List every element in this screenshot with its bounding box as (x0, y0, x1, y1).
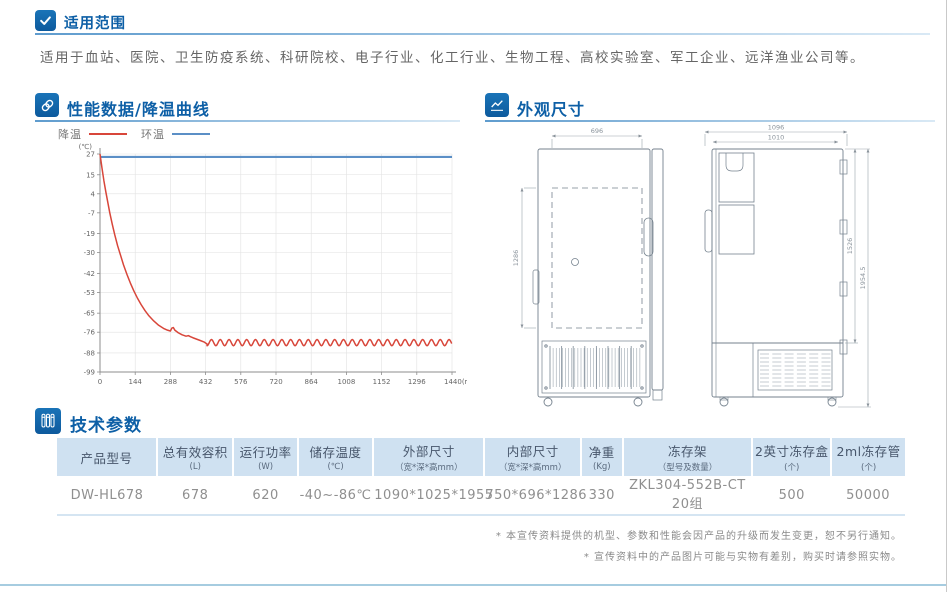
x-tick-label: 864 (305, 378, 319, 386)
x-tick-label: 1440(min) (444, 378, 467, 386)
table-header-cell: 总有效容积(L) (157, 438, 233, 476)
dim-front-inner-width: 1010 (768, 134, 785, 142)
test-tubes-icon (35, 408, 61, 434)
dim-front-outer-height: 1954.5 (859, 267, 867, 290)
x-tick-label: 576 (234, 378, 248, 386)
table-cell: ZKL304-552B-CT 20组 (623, 476, 753, 515)
table-cell: 500 (752, 476, 831, 515)
bottom-divider (0, 584, 947, 586)
side-view-dimensions (522, 136, 642, 328)
x-tick-label: 144 (129, 378, 143, 386)
table-cell: 50000 (831, 476, 905, 515)
y-tick-label: -42 (84, 270, 95, 278)
specs-section-title: 技术参数 (70, 411, 142, 436)
scope-underline (35, 33, 930, 35)
y-tick-label: -88 (84, 349, 95, 357)
table-header-cell: 净重(Kg) (581, 438, 623, 476)
freezer-side-view (533, 149, 663, 406)
table-cell: DW-HL678 (57, 476, 157, 515)
table-header-cell: 产品型号 (57, 438, 157, 476)
dim-front-outer-width: 1096 (768, 124, 785, 132)
link-icon (35, 93, 59, 117)
dimension-drawings: 696 1286 (500, 122, 940, 416)
table-header-cell: 内部尺寸（宽*深*高mm） (484, 438, 581, 476)
y-tick-label: -53 (84, 289, 95, 297)
y-tick-label: 4 (91, 190, 96, 198)
y-tick-label: -7 (88, 209, 95, 217)
product-spec-page: 适用范围 适用于血站、医院、卫生防疫系统、科研院校、电子行业、化工行业、生物工程… (0, 0, 947, 592)
disclaimer-note-1: * 本宣传资料提供的机型、参数和性能会因产品的升级而发生变更，恕不另行通知。 (496, 527, 902, 542)
x-tick-label: 1008 (337, 378, 355, 386)
table-cell: 750*696*1286 (484, 476, 581, 515)
scope-body-text: 适用于血站、医院、卫生防疫系统、科研院校、电子行业、化工行业、生物工程、高校实验… (40, 48, 920, 70)
dim-side-width: 696 (591, 127, 603, 135)
x-tick-label: 1152 (373, 378, 391, 386)
cooling-curve-chart: 27 15 4 -7 -19 -30 -42 -53 -65 -76 -88 -990 144 288 43… (52, 140, 467, 394)
freezer-front-view (705, 149, 847, 406)
table-cell: 330 (581, 476, 623, 515)
x-tick-label: 1296 (408, 378, 426, 386)
y-tick-label: -99 (84, 369, 95, 377)
y-tick-label: 27 (86, 151, 95, 159)
scope-section-title: 适用范围 (64, 12, 126, 33)
disclaimer-note-2: * 宣传资料中的产品图片可能与实物有差别，购买时请参照实物。 (584, 548, 902, 563)
legend-line-ambient (172, 133, 210, 135)
table-cell: -40~-86℃ (298, 476, 373, 515)
x-tick-label: 288 (164, 378, 177, 386)
dim-front-inner-height: 1526 (846, 238, 854, 255)
table-header-cell: 2英寸冻存盒(个) (752, 438, 831, 476)
x-tick-label: 432 (199, 378, 212, 386)
y-tick-label: 15 (86, 171, 95, 179)
table-cell: 678 (157, 476, 233, 515)
table-row: DW-HL678678620-40~-86℃1090*1025*1955750*… (57, 476, 905, 515)
table-header-cell: 运行功率(W) (233, 438, 297, 476)
y-axis-unit: (℃) (79, 143, 93, 151)
specs-table: 产品型号总有效容积(L)运行功率(W)储存温度(℃)外部尺寸（宽*深*高mm）内… (57, 438, 905, 516)
chart-icon (485, 93, 509, 117)
y-tick-label: -30 (84, 249, 95, 257)
x-tick-label: 720 (269, 378, 282, 386)
y-tick-label: -65 (84, 310, 95, 318)
table-header-cell: 冻存架（型号及数量） (623, 438, 753, 476)
appearance-section-title: 外观尺寸 (517, 96, 585, 120)
dim-side-height: 1286 (512, 250, 520, 267)
performance-section-title: 性能数据/降温曲线 (67, 96, 210, 120)
y-tick-label: -19 (84, 230, 95, 238)
performance-underline (35, 120, 460, 122)
x-tick-label: 0 (98, 378, 102, 386)
table-header-cell: 2ml冻存管(个) (831, 438, 905, 476)
table-header-cell: 储存温度(℃) (298, 438, 373, 476)
table-cell: 1090*1025*1955 (373, 476, 484, 515)
legend-line-cooling (89, 133, 127, 135)
table-cell: 620 (233, 476, 297, 515)
check-icon (35, 10, 56, 31)
y-tick-label: -76 (84, 329, 96, 337)
table-header-cell: 外部尺寸（宽*深*高mm） (373, 438, 484, 476)
